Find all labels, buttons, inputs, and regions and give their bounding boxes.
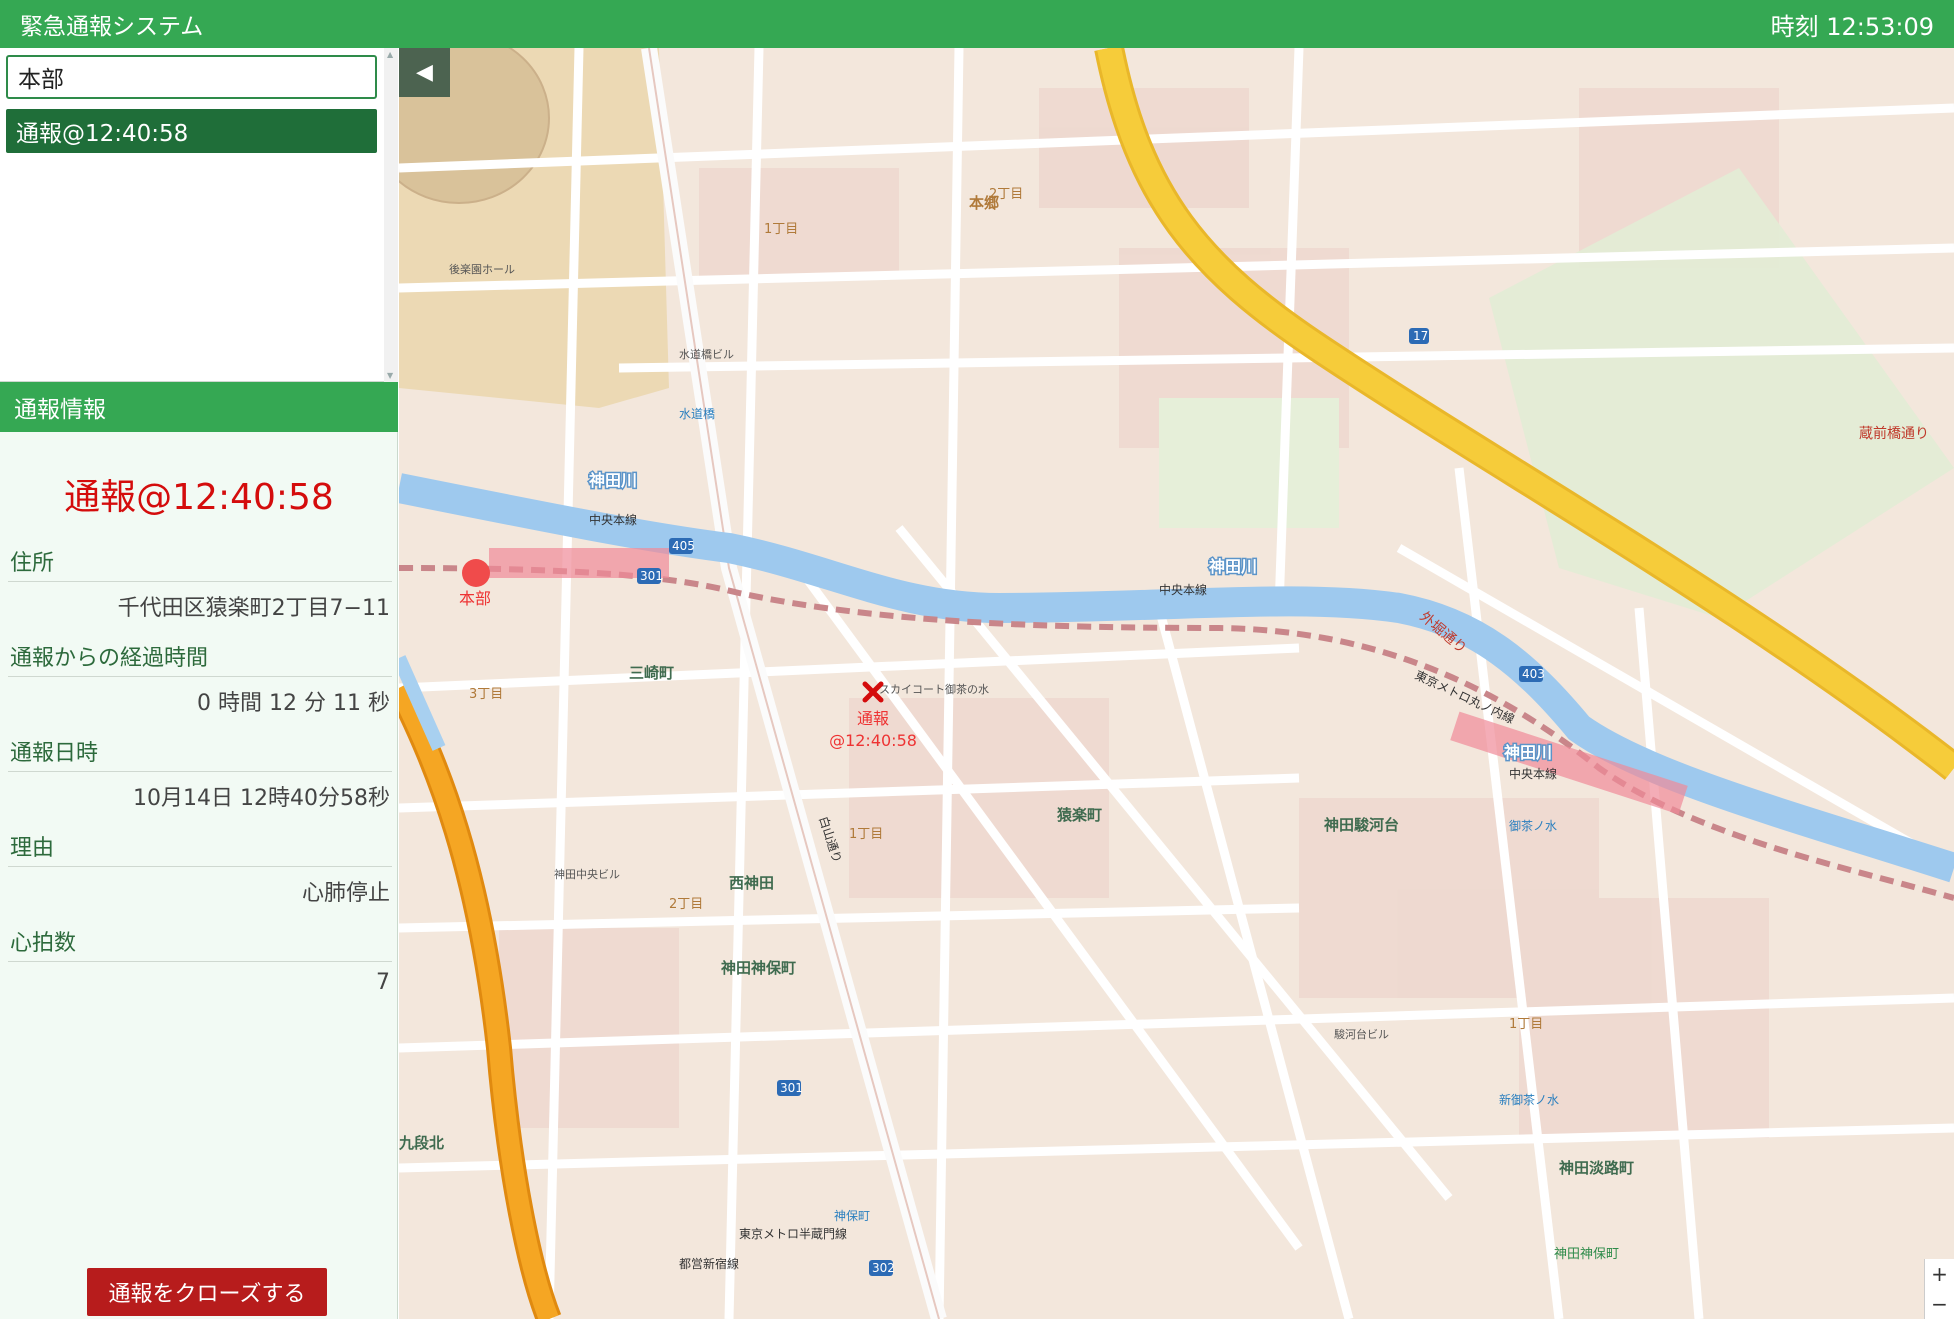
app-header: 緊急通報システム 時刻 12:53:09	[0, 0, 1954, 48]
river-label: 神田川	[1209, 557, 1257, 576]
station-label: 神保町	[834, 1209, 870, 1223]
route-17-label: 17	[1413, 329, 1428, 343]
place-label: スカイコート御茶の水	[879, 682, 989, 696]
call-marker-label: @12:40:58	[829, 731, 917, 750]
chome-label: 2丁目	[669, 897, 703, 912]
route-301-label: 301	[780, 1081, 803, 1095]
place-label: 駿河台ビル	[1334, 1027, 1389, 1041]
hq-marker	[462, 559, 490, 587]
search-input[interactable]	[6, 55, 377, 99]
area-label: 神田神保町	[721, 959, 796, 977]
elapsed-value: 0 時間 12 分 11 秒	[197, 691, 390, 716]
place-label: 神田中央ビル	[554, 867, 620, 881]
clock: 時刻 12:53:09	[1771, 7, 1934, 42]
rail-label: 中央本線	[589, 512, 637, 527]
rail-label: 中央本線	[1509, 766, 1557, 781]
place-label: 水道橋ビル	[679, 347, 734, 361]
kuramaebashi-dori-label: 蔵前橋通り	[1859, 425, 1929, 442]
map-view[interactable]: 301 301 17 405 302 403 神田川 神田川 神田川 中央本線 …	[399, 48, 1954, 1319]
area-label: 神田駿河台	[1324, 816, 1399, 834]
station-label: 水道橋	[679, 407, 715, 421]
route-405-label: 405	[672, 539, 695, 553]
toei-shinjuku-line-label: 都営新宿線	[679, 1256, 739, 1271]
chome-label: 3丁目	[469, 687, 503, 702]
datetime-label: 通報日時	[8, 735, 392, 772]
heart-rate-value: 7	[376, 970, 390, 995]
route-302-label: 302	[872, 1261, 895, 1275]
chome-label: 2丁目	[989, 187, 1023, 202]
scroll-down-icon[interactable]: ▼	[387, 371, 393, 380]
place-label: 後楽園ホール	[449, 262, 515, 276]
hq-marker-label: 本部	[459, 589, 491, 608]
collapse-sidebar-button[interactable]: ◀	[399, 48, 450, 97]
call-list-panel: 通報@12:40:58 ▲ ▼	[0, 48, 398, 382]
info-section-header: 通報情報	[0, 382, 398, 432]
zoom-in-button[interactable]: +	[1925, 1259, 1954, 1289]
area-label: 三崎町	[629, 664, 674, 682]
route-403-label: 403	[1522, 667, 1545, 681]
area-label: 神田淡路町	[1559, 1159, 1634, 1177]
area-label: 九段北	[399, 1134, 444, 1152]
elapsed-label: 通報からの経過時間	[8, 640, 392, 677]
zoom-control: + −	[1924, 1259, 1954, 1319]
datetime-value: 10月14日 12時40分58秒	[133, 786, 390, 811]
selected-call-title: 通報@12:40:58	[64, 477, 334, 518]
clock-value: 12:53:09	[1826, 12, 1934, 41]
rail-label: 中央本線	[1159, 582, 1207, 597]
scroll-up-icon[interactable]: ▲	[387, 50, 393, 59]
place-label: 神田神保町	[1554, 1247, 1619, 1262]
river-label: 神田川	[589, 471, 637, 490]
station-label: 新御茶ノ水	[1499, 1092, 1559, 1107]
close-call-button[interactable]: 通報をクローズする	[87, 1268, 327, 1316]
area-label: 西神田	[729, 874, 774, 892]
chome-label: 1丁目	[849, 827, 883, 842]
reason-value: 心肺停止	[301, 881, 390, 906]
chome-label: 1丁目	[764, 222, 798, 237]
hanzomon-line-label: 東京メトロ半蔵門線	[739, 1226, 847, 1241]
river-label: 神田川	[1504, 743, 1552, 762]
zoom-out-button[interactable]: −	[1925, 1289, 1954, 1319]
area-label: 猿楽町	[1056, 806, 1102, 824]
call-marker-label: 通報	[857, 709, 889, 728]
reason-field: 理由 心肺停止	[8, 830, 392, 907]
list-scrollbar[interactable]: ▲ ▼	[384, 48, 398, 382]
call-list-item[interactable]: 通報@12:40:58	[6, 109, 377, 153]
address-label: 住所	[8, 545, 392, 582]
chevron-left-icon: ◀	[416, 60, 433, 85]
heart-rate-field: 心拍数 7	[8, 925, 392, 995]
chome-label: 1丁目	[1509, 1017, 1543, 1032]
app-title: 緊急通報システム	[20, 14, 204, 40]
address-value: 千代田区猿楽町2丁目7−11	[117, 596, 390, 621]
clock-label: 時刻	[1770, 12, 1819, 41]
address-field: 住所 千代田区猿楽町2丁目7−11	[8, 545, 392, 622]
heart-rate-label: 心拍数	[8, 925, 392, 962]
route-301-label: 301	[640, 569, 663, 583]
elapsed-field: 通報からの経過時間 0 時間 12 分 11 秒	[8, 640, 392, 717]
station-label: 御茶ノ水	[1509, 818, 1557, 833]
datetime-field: 通報日時 10月14日 12時40分58秒	[8, 735, 392, 812]
park-area	[1159, 398, 1339, 528]
reason-label: 理由	[8, 830, 392, 867]
sidebar: 通報@12:40:58 ▲ ▼ 通報情報 通報@12:40:58 住所 千代田区…	[0, 48, 398, 1319]
call-list: 通報@12:40:58	[6, 109, 377, 153]
